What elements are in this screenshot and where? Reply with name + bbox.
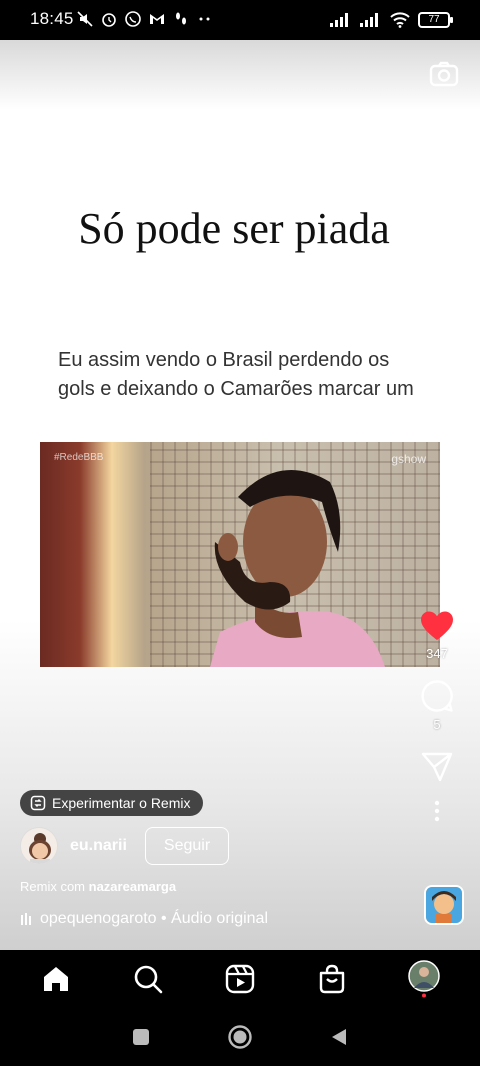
camera-icon <box>429 61 459 87</box>
notification-icons <box>76 10 214 28</box>
system-navigation <box>0 1008 480 1066</box>
like-count: 347 <box>426 646 448 661</box>
battery-indicator: 77 <box>418 12 453 28</box>
steps-icon <box>172 10 190 28</box>
status-bar: 18:45 77 <box>0 0 480 40</box>
author-row: eu.narii Seguir <box>20 827 230 865</box>
reels-icon[interactable] <box>225 964 255 994</box>
side-actions: 347 5 <box>410 610 464 840</box>
back-icon[interactable] <box>329 1027 349 1047</box>
signal-icon <box>330 13 348 27</box>
video-hashtag: #RedeBBB <box>54 452 104 463</box>
wifi-icon <box>390 12 410 28</box>
video-still: #RedeBBB gshow <box>40 442 440 667</box>
recents-icon[interactable] <box>131 1027 151 1047</box>
avatar[interactable] <box>20 827 58 865</box>
system-icons: 77 <box>330 12 453 28</box>
comment-icon[interactable] <box>420 679 454 713</box>
gmail-icon <box>148 10 166 28</box>
reel-viewer[interactable]: Só pode ser piada Eu assim vendo o Brasi… <box>0 40 480 950</box>
paper-plane-icon[interactable] <box>421 750 453 782</box>
nav-home[interactable] <box>36 959 76 999</box>
home-icon[interactable] <box>41 964 71 994</box>
audio-info[interactable]: opequenogaroto • Áudio original <box>20 910 268 928</box>
follow-button[interactable]: Seguir <box>144 827 230 865</box>
more-vertical-icon[interactable] <box>432 800 442 822</box>
signal-icon-2 <box>360 13 378 27</box>
whatsapp-icon <box>124 10 142 28</box>
tweet-text: Eu assim vendo o Brasil perdendo os gols… <box>58 349 414 400</box>
status-time: 18:45 <box>30 9 74 28</box>
mute-icon <box>76 10 94 28</box>
comment-action[interactable]: 5 <box>410 679 464 732</box>
remix-button[interactable]: Experimentar o Remix <box>20 790 203 816</box>
nav-search[interactable] <box>128 959 168 999</box>
audio-text: opequenogaroto • Áudio original <box>40 910 268 927</box>
alarm-icon <box>100 10 118 28</box>
author-username[interactable]: eu.narii <box>70 837 127 855</box>
remix-credit: Remix com nazareamarga <box>20 879 176 894</box>
video-watermark: gshow <box>391 452 426 466</box>
bottom-navigation <box>0 950 480 1008</box>
comment-count: 5 <box>433 717 441 732</box>
remix-icon <box>30 795 46 811</box>
more-action[interactable] <box>410 800 464 822</box>
audio-bars-icon <box>21 913 31 925</box>
more-notifications-icon <box>196 10 214 28</box>
nav-shop[interactable] <box>312 959 352 999</box>
remix-credit-prefix: Remix com <box>20 879 86 894</box>
person-illustration <box>210 470 385 667</box>
home-button-icon[interactable] <box>227 1024 253 1050</box>
nav-reels[interactable] <box>220 959 260 999</box>
audio-thumbnail[interactable] <box>424 885 464 925</box>
shop-icon[interactable] <box>317 964 347 994</box>
search-icon[interactable] <box>133 964 163 994</box>
remix-label: Experimentar o Remix <box>52 795 191 811</box>
post-headline: Só pode ser piada <box>78 204 390 253</box>
remix-credit-user[interactable]: nazareamarga <box>89 879 176 894</box>
nav-profile[interactable] <box>404 959 444 999</box>
share-action[interactable] <box>410 750 464 782</box>
profile-avatar[interactable] <box>407 960 441 998</box>
like-action[interactable]: 347 <box>410 610 464 661</box>
heart-icon[interactable] <box>420 610 454 642</box>
camera-button[interactable] <box>428 58 460 90</box>
